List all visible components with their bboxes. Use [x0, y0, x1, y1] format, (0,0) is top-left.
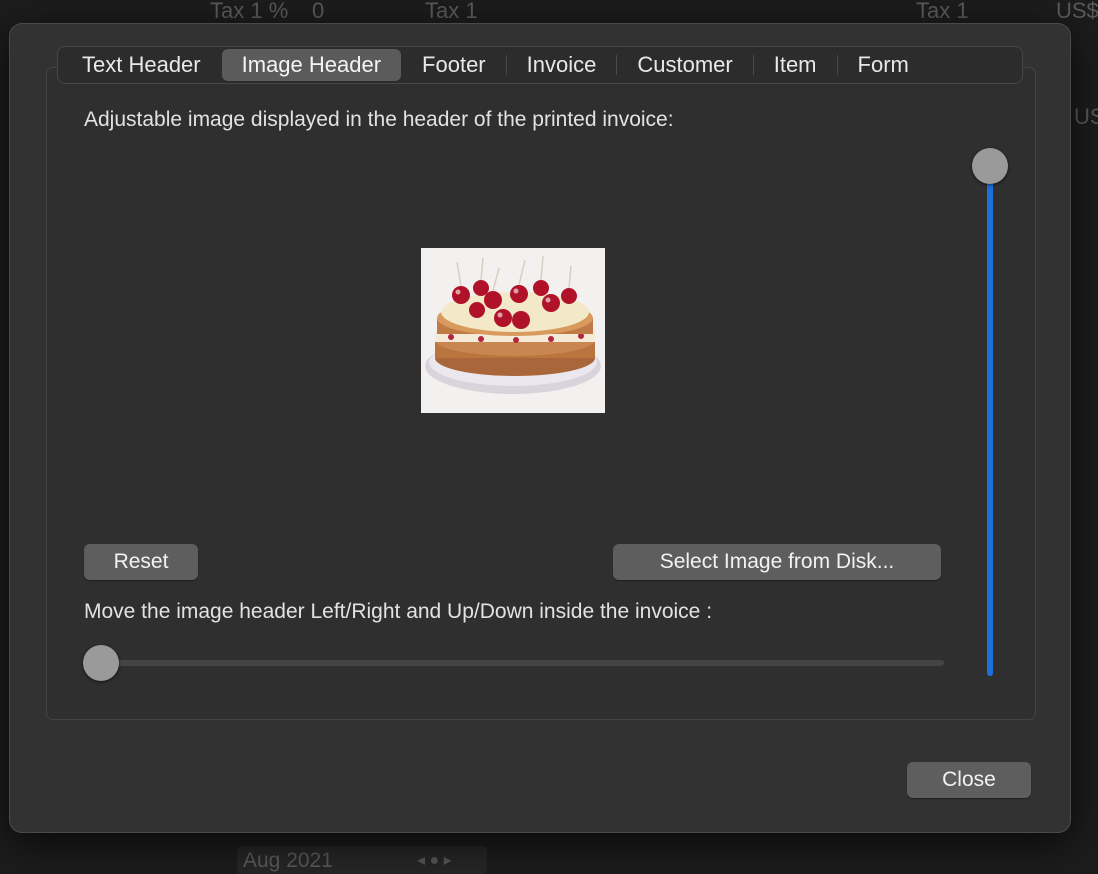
horizontal-slider-track[interactable]: [100, 660, 944, 666]
tab-form[interactable]: Form: [838, 49, 929, 81]
tab-invoice[interactable]: Invoice: [507, 49, 617, 81]
select-image-button[interactable]: Select Image from Disk...: [613, 544, 941, 580]
bg-tax-label: Tax 1 %: [210, 0, 289, 23]
bg-date-label: Aug 2021: [243, 849, 333, 872]
image-header-description: Adjustable image displayed in the header…: [84, 108, 674, 131]
bg-tax-column-right: Tax 1: [916, 0, 969, 23]
reset-button[interactable]: Reset: [84, 544, 198, 580]
vertical-slider-knob[interactable]: [972, 148, 1008, 184]
header-image-preview: [421, 248, 605, 413]
cake-image: [421, 248, 605, 413]
tab-customer[interactable]: Customer: [617, 49, 752, 81]
vertical-slider-fill: [987, 164, 993, 676]
move-description: Move the image header Left/Right and Up/…: [84, 600, 713, 623]
tab-image-header[interactable]: Image Header: [221, 49, 402, 81]
close-button[interactable]: Close: [907, 762, 1031, 798]
tab-item[interactable]: Item: [754, 49, 837, 81]
tab-footer[interactable]: Footer: [402, 49, 506, 81]
bg-currency: US$: [1056, 0, 1098, 23]
horizontal-slider-knob[interactable]: [83, 645, 119, 681]
bg-date-field: Aug 2021 ◂ ● ▸: [237, 846, 487, 874]
image-header-dialog: Text Header Image Header Footer Invoice …: [10, 24, 1070, 832]
vertical-slider-track[interactable]: [987, 164, 993, 676]
tab-text-header[interactable]: Text Header: [62, 49, 221, 81]
bg-currency-2: US$: [1074, 104, 1098, 129]
bg-tax-value: 0: [312, 0, 325, 23]
tab-bar: Text Header Image Header Footer Invoice …: [57, 46, 1023, 84]
bg-tax-column: Tax 1: [425, 0, 478, 23]
bg-date-stepper-icon: ◂ ● ▸: [417, 852, 452, 869]
